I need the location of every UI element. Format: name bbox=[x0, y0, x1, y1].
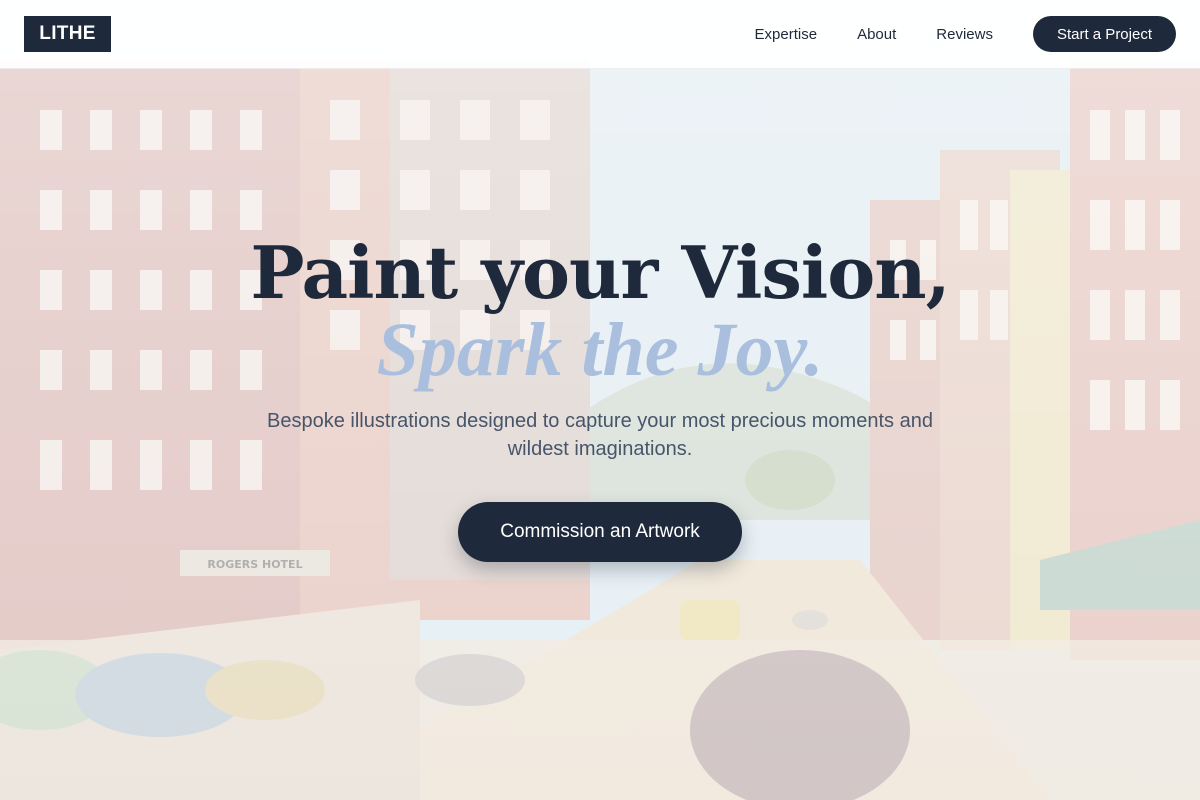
nav-link-reviews[interactable]: Reviews bbox=[936, 26, 993, 43]
hero-section: Paint your Vision, Spark the Joy. Bespok… bbox=[0, 69, 1200, 800]
nav-link-about[interactable]: About bbox=[857, 26, 896, 43]
logo[interactable]: LITHE bbox=[24, 16, 111, 52]
hero-headline-accent: Spark the Joy. bbox=[376, 308, 824, 392]
main-nav: Expertise About Reviews Start a Project bbox=[755, 16, 1176, 52]
hero-subtitle: Bespoke illustrations designed to captur… bbox=[267, 410, 933, 460]
site-header: LITHE Expertise About Reviews Start a Pr… bbox=[0, 0, 1200, 69]
hero-headline: Paint your Vision, bbox=[250, 230, 950, 315]
nav-link-expertise[interactable]: Expertise bbox=[755, 26, 818, 43]
start-project-button[interactable]: Start a Project bbox=[1032, 16, 1176, 52]
commission-artwork-button[interactable]: Commission an Artwork bbox=[458, 502, 742, 562]
